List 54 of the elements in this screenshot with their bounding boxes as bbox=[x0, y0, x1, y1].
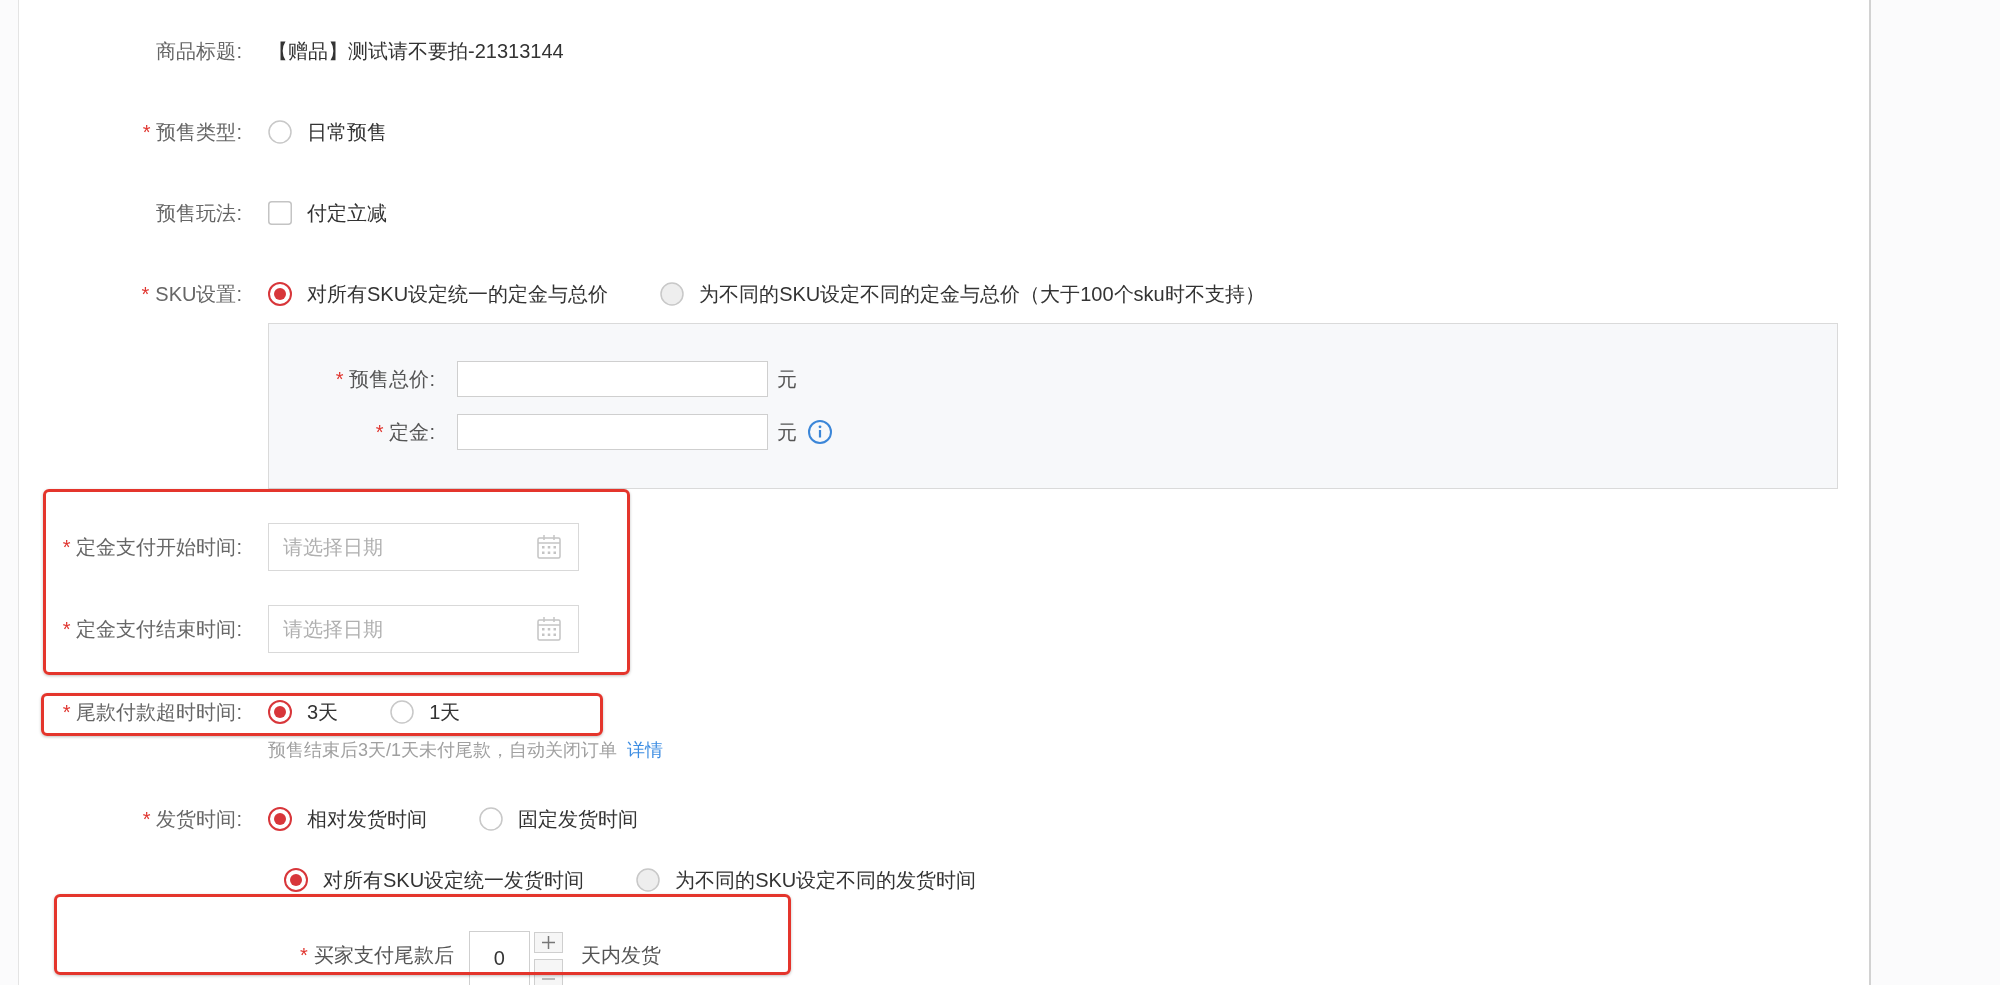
radio-option[interactable]: 3天 bbox=[268, 700, 339, 724]
field-label: SKU设置: bbox=[155, 283, 242, 305]
field-label: 定金支付开始时间: bbox=[76, 536, 242, 558]
field-label: 尾款付款超时时间: bbox=[76, 701, 242, 723]
decrement-button[interactable] bbox=[533, 959, 563, 985]
field-label: 定金: bbox=[389, 420, 435, 443]
date-field[interactable]: 请选择日期 bbox=[268, 523, 579, 571]
radio-icon[interactable] bbox=[390, 700, 415, 724]
field-label: 预售玩法: bbox=[156, 202, 242, 224]
unit-label: 天内发货 bbox=[580, 943, 661, 968]
info-icon[interactable] bbox=[808, 420, 832, 444]
product-title: 【赠品】测试请不要拍-21313144 bbox=[268, 39, 564, 64]
number-input[interactable]: 0 bbox=[468, 931, 530, 985]
field-label: 买家支付尾款后 bbox=[313, 944, 454, 966]
price-input[interactable] bbox=[457, 361, 768, 397]
radio-option[interactable]: 对所有SKU设定统一的定金与总价 bbox=[268, 282, 609, 306]
radio-icon[interactable] bbox=[479, 807, 503, 831]
required-mark: * bbox=[142, 808, 151, 830]
required-mark: * bbox=[141, 283, 150, 305]
date-field[interactable]: 请选择日期 bbox=[268, 605, 579, 653]
radio-option[interactable]: 对所有SKU设定统一发货时间 bbox=[284, 868, 585, 892]
radio-icon[interactable] bbox=[268, 120, 292, 144]
required-mark: * bbox=[142, 121, 151, 143]
radio-option[interactable]: 相对发货时间 bbox=[268, 807, 427, 831]
required-mark: * bbox=[375, 420, 384, 443]
required-mark: * bbox=[62, 618, 71, 640]
details-link[interactable]: 详情 bbox=[627, 738, 664, 762]
required-mark: * bbox=[335, 367, 344, 390]
plus-icon bbox=[541, 936, 555, 949]
increment-button[interactable] bbox=[533, 932, 563, 953]
radio-icon[interactable] bbox=[268, 807, 292, 831]
calendar-icon bbox=[537, 535, 561, 559]
unit-label: 元 bbox=[777, 366, 797, 392]
checkbox-option[interactable]: 付定立减 bbox=[268, 201, 387, 225]
hint-text: 预售结束后3天/1天未付尾款，自动关闭订单 bbox=[268, 739, 618, 762]
required-mark: * bbox=[300, 944, 308, 966]
calendar-icon bbox=[537, 617, 561, 641]
required-mark: * bbox=[62, 701, 71, 723]
minus-icon bbox=[541, 978, 555, 980]
radio-icon[interactable] bbox=[284, 868, 308, 892]
radio-option[interactable]: 1天 bbox=[390, 700, 461, 724]
checkbox-icon[interactable] bbox=[268, 201, 292, 225]
radio-option[interactable]: 日常预售 bbox=[268, 120, 387, 144]
field-label: 发货时间: bbox=[156, 808, 242, 830]
required-mark: * bbox=[62, 536, 71, 558]
field-label: 定金支付结束时间: bbox=[76, 618, 242, 640]
field-label: 商品标题: bbox=[156, 40, 242, 62]
radio-icon[interactable] bbox=[268, 700, 292, 724]
radio-option[interactable]: 固定发货时间 bbox=[479, 807, 638, 831]
unit-label: 元 bbox=[777, 419, 797, 445]
field-label: 预售总价: bbox=[349, 367, 435, 390]
radio-icon[interactable] bbox=[268, 282, 292, 306]
price-input[interactable] bbox=[457, 414, 768, 450]
field-label: 预售类型: bbox=[156, 121, 242, 143]
